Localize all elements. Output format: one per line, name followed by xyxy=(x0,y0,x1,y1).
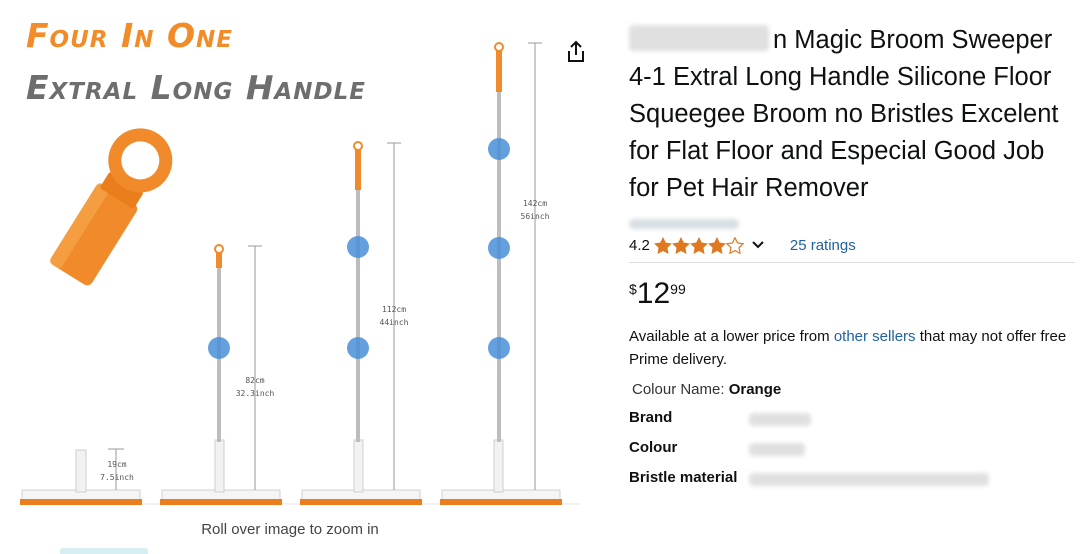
product-details: n Magic Broom Sweeper 4-1 Extral Long Ha… xyxy=(629,22,1075,496)
broom-112cm: 112cm 44inch xyxy=(300,141,422,505)
spec-value-redacted xyxy=(749,406,811,436)
spec-value-redacted xyxy=(749,466,989,496)
broom-illustration: 19cm 7.5inch 82cm 32.3inch 112cm 44inch … xyxy=(20,42,580,505)
ratings-count-link[interactable]: 25 ratings xyxy=(790,237,856,254)
broom-short: 19cm 7.5inch xyxy=(20,448,142,505)
handle-cap-closeup xyxy=(49,128,173,286)
spec-key: Colour xyxy=(629,439,678,456)
rating-row: 4.2 25 ratings xyxy=(629,233,1074,257)
price-whole: 12 xyxy=(636,277,671,310)
star-rating[interactable] xyxy=(653,236,744,254)
price-fraction: 99 xyxy=(670,281,686,297)
price: $ 12 99 xyxy=(629,277,1074,317)
colour-name-value: Orange xyxy=(728,381,782,398)
broom-82cm: 82cm 32.3inch xyxy=(160,244,282,505)
measure-7-5inch: 7.5inch xyxy=(100,473,134,482)
thumbnail-strip[interactable] xyxy=(60,548,148,554)
share-button[interactable] xyxy=(560,36,592,68)
measure-112cm: 112cm xyxy=(382,305,406,314)
store-link[interactable] xyxy=(629,215,1074,229)
price-symbol: $ xyxy=(629,281,637,297)
share-icon xyxy=(568,40,584,62)
colour-name-label: Colour Name: xyxy=(632,381,729,398)
spec-row-bristle-material: Bristle material xyxy=(629,466,1074,496)
other-sellers-link[interactable]: other sellers xyxy=(834,328,916,345)
spec-key: Bristle material xyxy=(629,469,738,486)
chevron-down-icon[interactable] xyxy=(752,241,764,249)
star-full-icon xyxy=(653,236,672,254)
spec-row-colour: Colour xyxy=(629,436,1074,466)
lower-price-notice: Available at a lower price from other se… xyxy=(629,325,1074,371)
colour-name: Colour Name: Orange xyxy=(632,381,1074,398)
product-title: n Magic Broom Sweeper 4-1 Extral Long Ha… xyxy=(629,22,1074,207)
zoom-hint: Roll over image to zoom in xyxy=(201,521,379,538)
measure-32-3inch: 32.3inch xyxy=(236,389,275,398)
spec-value-redacted xyxy=(749,436,805,466)
spec-table: Brand Colour Bristle material xyxy=(629,406,1074,496)
measure-142cm: 142cm xyxy=(523,199,547,208)
star-full-icon xyxy=(689,236,708,254)
measure-44inch: 44inch xyxy=(380,318,409,327)
spec-key: Brand xyxy=(629,409,673,426)
star-full-icon xyxy=(707,236,726,254)
broom-142cm: 142cm 56inch xyxy=(440,42,562,505)
spec-row-brand: Brand xyxy=(629,406,1074,436)
divider xyxy=(629,262,1075,263)
measure-56inch: 56inch xyxy=(521,212,550,221)
redacted-brand-text xyxy=(629,25,769,51)
measure-82cm: 82cm xyxy=(245,376,264,385)
star-full-icon xyxy=(671,236,690,254)
measure-19cm: 19cm xyxy=(107,460,126,469)
lower-price-prefix: Available at a lower price from xyxy=(629,328,834,345)
star-empty-icon xyxy=(725,236,744,254)
rating-value: 4.2 xyxy=(629,236,650,254)
product-title-text: n Magic Broom Sweeper 4-1 Extral Long Ha… xyxy=(629,26,1059,202)
product-image-area[interactable]: Four in one Extral long handle 19cm 7.5i… xyxy=(0,0,590,554)
